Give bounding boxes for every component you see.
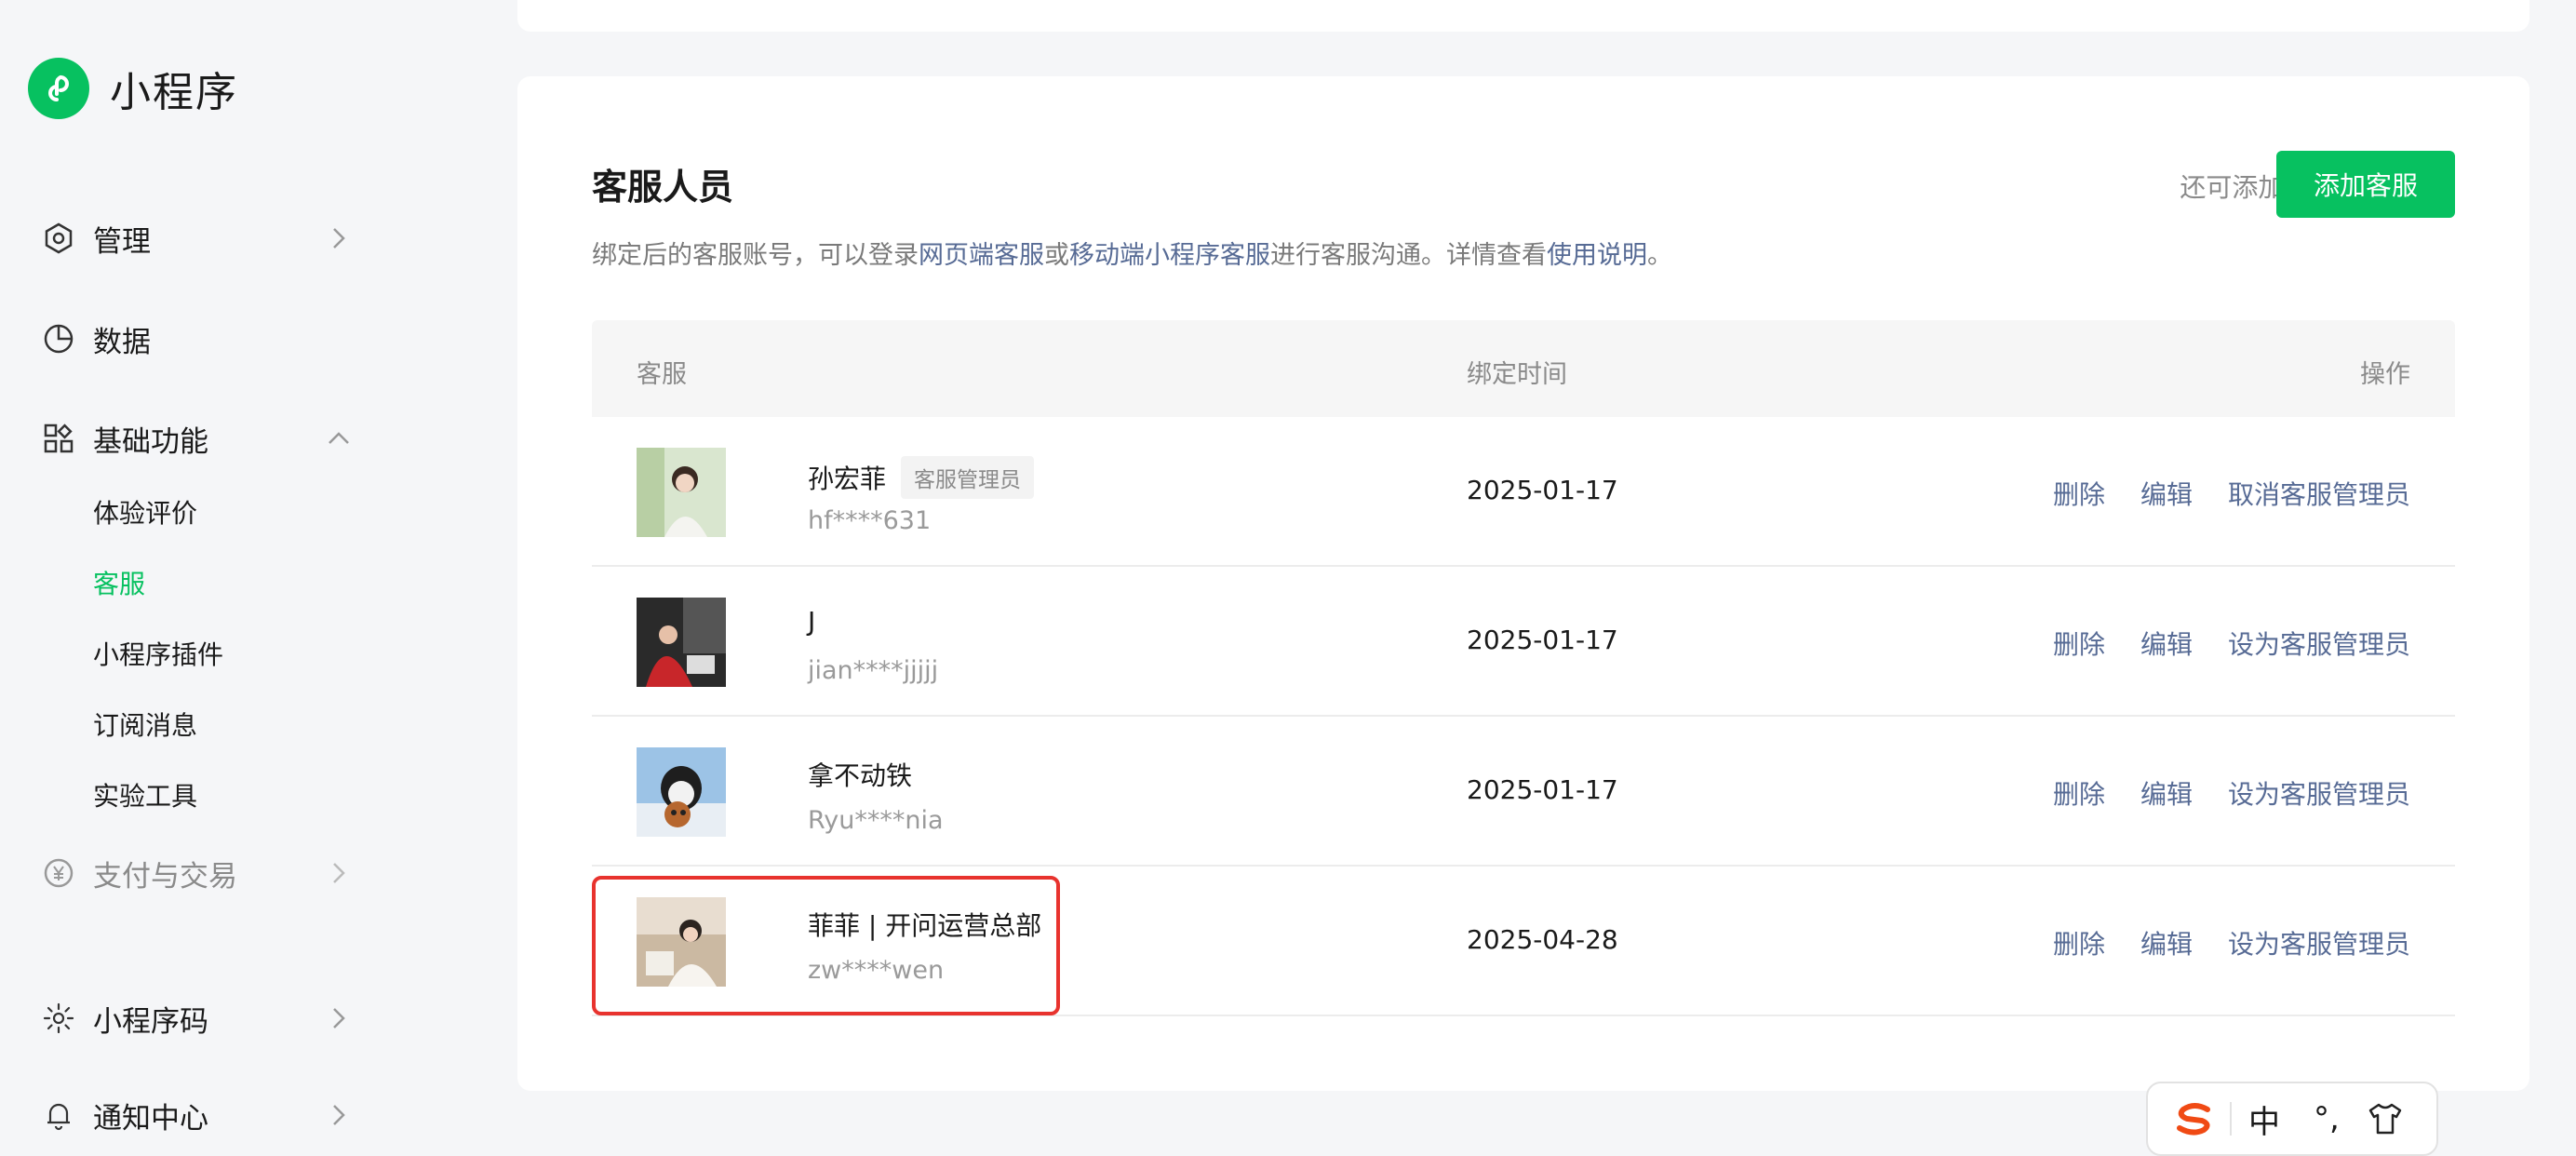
table-row: 孙宏菲 客服管理员 hf****631 2025-01-17 删除 编辑 取消客… — [592, 417, 2455, 567]
sidebar-subitem-experience-review[interactable]: 体验评价 — [93, 493, 197, 534]
chevron-up-icon — [320, 420, 357, 457]
column-header-actions: 操作 — [2360, 360, 2410, 389]
sidebar-item-basic-features[interactable]: 基础功能 — [41, 410, 357, 466]
agent-account: jian****jjjjj — [808, 656, 939, 685]
mobile-customer-service-link[interactable]: 移动端小程序客服 — [1069, 241, 1270, 270]
sidebar-item-label: 数据 — [93, 325, 151, 359]
skin-shirt-icon[interactable] — [2368, 1100, 2403, 1137]
delete-button[interactable]: 删除 — [2053, 475, 2105, 512]
usage-guide-link[interactable]: 使用说明 — [1547, 241, 1647, 270]
sidebar: 小程序 管理 数据 基础功能 体验评价 客服 小程序插件 订阅消息 实验工具 支… — [0, 0, 391, 1137]
sidebar-subitem-plugins[interactable]: 小程序插件 — [93, 635, 223, 676]
yen-icon — [41, 855, 76, 891]
sogou-logo-icon[interactable] — [2176, 1100, 2213, 1137]
sidebar-subitem-customer-service[interactable]: 客服 — [93, 564, 145, 605]
avatar — [637, 747, 726, 837]
desc-text: 绑定后的客服账号，可以登录 — [592, 241, 919, 270]
sidebar-item-miniprogram-code[interactable]: 小程序码 — [41, 990, 357, 1046]
toggle-admin-button[interactable]: 设为客服管理员 — [2228, 924, 2410, 961]
table-header: 客服 绑定时间 操作 — [592, 320, 2455, 417]
highlight-annotation — [592, 876, 1060, 1015]
edit-button[interactable]: 编辑 — [2140, 774, 2193, 812]
chevron-right-icon — [320, 854, 357, 892]
chevron-right-icon — [320, 220, 357, 257]
punctuation-toggle[interactable]: °, — [2314, 1100, 2340, 1137]
sidebar-item-payment[interactable]: 支付与交易 — [41, 845, 357, 901]
bind-date: 2025-01-17 — [1467, 475, 1618, 505]
sidebar-subitem-subscription-messages[interactable]: 订阅消息 — [93, 706, 197, 746]
table-row: J jian****jjjjj 2025-01-17 删除 编辑 设为客服管理员 — [592, 567, 2455, 717]
toggle-admin-button[interactable]: 设为客服管理员 — [2228, 625, 2410, 662]
sidebar-item-manage[interactable]: 管理 — [41, 210, 357, 266]
desc-text: 。 — [1647, 241, 1672, 270]
agent-name-wrapper: J — [808, 606, 815, 637]
column-header-bind-time: 绑定时间 — [1467, 360, 1567, 389]
row-actions: 删除 编辑 设为客服管理员 — [2053, 924, 2410, 961]
sidebar-item-data[interactable]: 数据 — [41, 311, 357, 367]
bind-date: 2025-01-17 — [1467, 625, 1618, 655]
page-title: 客服人员 — [592, 167, 734, 208]
grid-apps-icon — [41, 421, 76, 456]
bind-date: 2025-04-28 — [1467, 924, 1618, 955]
sidebar-item-label: 支付与交易 — [93, 859, 237, 894]
description: 绑定后的客服账号，可以登录网页端客服或移动端小程序客服进行客服沟通。详情查看使用… — [592, 235, 1672, 271]
delete-button[interactable]: 删除 — [2053, 774, 2105, 812]
chevron-right-icon — [320, 1000, 357, 1037]
pie-chart-icon — [41, 321, 76, 356]
edit-button[interactable]: 编辑 — [2140, 475, 2193, 512]
desc-text: 进行客服沟通。详情查看 — [1270, 241, 1547, 270]
delete-button[interactable]: 删除 — [2053, 625, 2105, 662]
sidebar-item-label: 小程序码 — [93, 1004, 208, 1039]
agent-name-wrapper: 孙宏菲 客服管理员 — [808, 456, 1035, 499]
row-actions: 删除 编辑 取消客服管理员 — [2053, 475, 2410, 512]
row-actions: 删除 编辑 设为客服管理员 — [2053, 774, 2410, 812]
bind-date: 2025-01-17 — [1467, 774, 1618, 805]
agent-name-wrapper: 拿不动铁 — [808, 756, 912, 793]
previous-section-card — [517, 0, 2529, 32]
avatar — [637, 598, 726, 687]
sidebar-item-label: 基础功能 — [93, 424, 208, 459]
agent-name: 孙宏菲 — [808, 464, 887, 494]
agent-name: 拿不动铁 — [808, 760, 913, 791]
chevron-right-icon — [320, 1096, 357, 1134]
desc-text: 或 — [1044, 241, 1069, 270]
hexagon-settings-icon — [41, 221, 76, 256]
sidebar-item-notification-center[interactable]: 通知中心 — [41, 1087, 357, 1143]
agent-account: hf****631 — [808, 506, 932, 535]
avatar — [637, 448, 726, 537]
ime-toolbar: 中 °, — [2146, 1082, 2438, 1156]
web-customer-service-link[interactable]: 网页端客服 — [919, 241, 1044, 270]
miniprogram-logo-icon — [28, 58, 89, 119]
add-customer-service-button[interactable]: 添加客服 — [2276, 151, 2455, 218]
app-name: 小程序 — [110, 69, 238, 116]
divider — [2230, 1102, 2232, 1136]
sidebar-item-label: 管理 — [93, 224, 151, 259]
row-actions: 删除 编辑 设为客服管理员 — [2053, 625, 2410, 662]
input-mode-toggle[interactable]: 中 — [2248, 1100, 2280, 1141]
agent-account: Ryu****nia — [808, 806, 944, 835]
sidebar-item-label: 通知中心 — [93, 1101, 208, 1136]
brand[interactable]: 小程序 — [28, 58, 238, 119]
sidebar-subitem-experiment-tools[interactable]: 实验工具 — [93, 776, 197, 817]
toggle-admin-button[interactable]: 设为客服管理员 — [2228, 774, 2410, 812]
column-header-agent: 客服 — [637, 360, 687, 389]
table-row: 拿不动铁 Ryu****nia 2025-01-17 删除 编辑 设为客服管理员 — [592, 717, 2455, 867]
bell-icon — [41, 1097, 76, 1133]
admin-badge: 客服管理员 — [901, 456, 1035, 499]
agent-name: J — [808, 606, 816, 637]
edit-button[interactable]: 编辑 — [2140, 924, 2193, 961]
sun-code-icon — [41, 1001, 76, 1036]
delete-button[interactable]: 删除 — [2053, 924, 2105, 961]
edit-button[interactable]: 编辑 — [2140, 625, 2193, 662]
toggle-admin-button[interactable]: 取消客服管理员 — [2228, 475, 2410, 512]
